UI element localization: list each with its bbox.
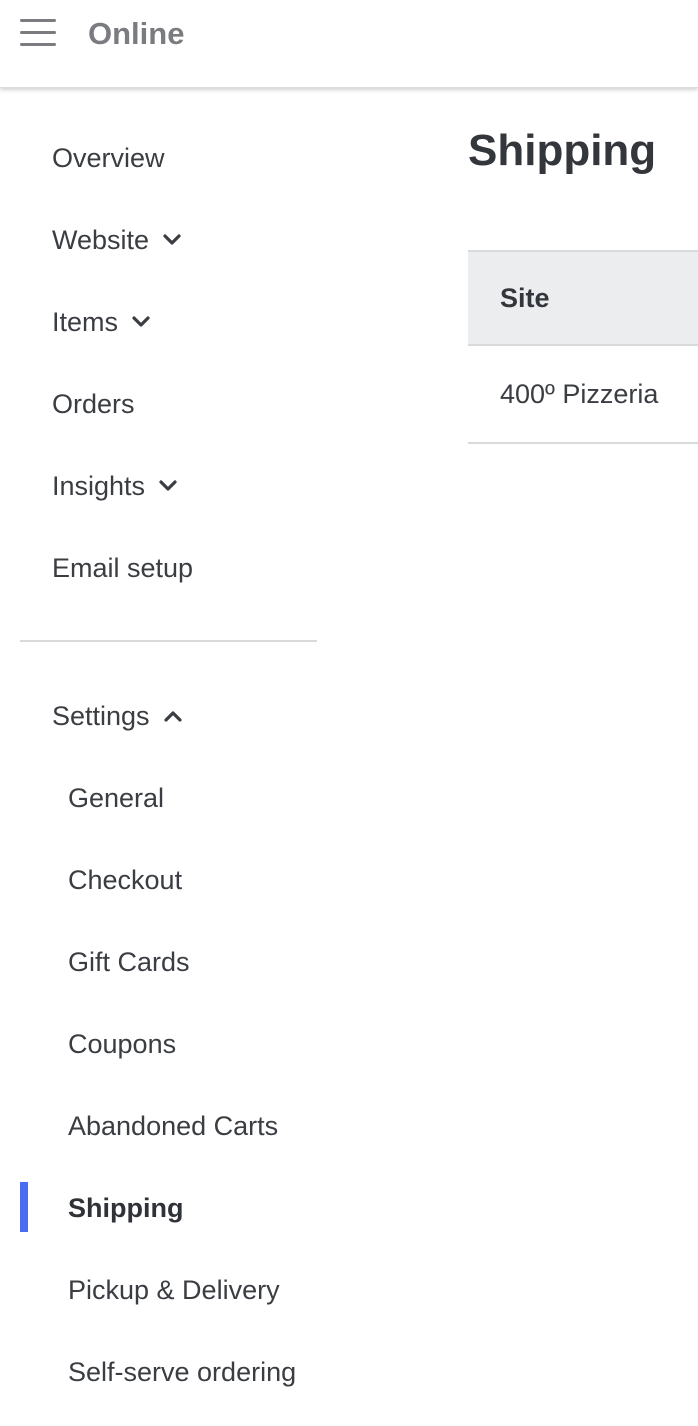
sidebar-subitem-pickup-delivery[interactable]: Pickup & Delivery [68, 1270, 280, 1310]
sidebar-item-website[interactable]: Website [52, 220, 183, 260]
sidebar-subitem-gift-cards[interactable]: Gift Cards [68, 942, 190, 982]
sidebar-subitem-general[interactable]: General [68, 778, 164, 818]
sidebar-subitem-self-serve-ordering[interactable]: Self-serve ordering [68, 1352, 296, 1392]
sidebar-subitem-label: Coupons [68, 1028, 177, 1059]
sidebar-subitem-checkout[interactable]: Checkout [68, 860, 182, 900]
sidebar-item-label: Items [52, 306, 119, 337]
table-cell-site: 400º Pizzeria [500, 378, 659, 409]
page-title: Shipping [468, 126, 657, 175]
sidebar-subitem-coupons[interactable]: Coupons [68, 1024, 176, 1064]
sidebar-subitem-label: Shipping [68, 1192, 184, 1223]
hamburger-menu-icon[interactable] [14, 14, 62, 54]
main-content: Shipping Site 400º Pizzeria [468, 88, 698, 1426]
table-header: Site [468, 250, 698, 346]
sidebar-item-insights[interactable]: Insights [52, 466, 179, 506]
sidebar-subitem-abandoned-carts[interactable]: Abandoned Carts [68, 1106, 278, 1146]
sidebar-item-settings[interactable]: Settings [52, 696, 184, 736]
sidebar-item-label: Website [52, 224, 150, 255]
sidebar-subitem-shipping[interactable]: Shipping [68, 1188, 183, 1228]
sidebar-subitem-label: Pickup & Delivery [68, 1274, 280, 1305]
sidebar-subitem-label: General [68, 782, 165, 813]
sites-table: Site 400º Pizzeria [468, 250, 698, 444]
top-bar: Online [0, 0, 698, 88]
sidebar-item-label: Overview [52, 142, 165, 173]
sidebar-subitem-label: Checkout [68, 864, 183, 895]
column-header-site: Site [500, 282, 550, 313]
chevron-down-icon [161, 229, 183, 251]
sidebar-item-items[interactable]: Items [52, 302, 152, 342]
chevron-down-icon [157, 475, 179, 497]
sidebar-item-label: Email setup [52, 552, 194, 583]
sidebar-subitem-label: Gift Cards [68, 946, 190, 977]
sidebar-divider [20, 640, 317, 642]
sidebar-nav: Overview Website Items Orders Insights E… [0, 88, 340, 1426]
sidebar-item-label: Orders [52, 388, 135, 419]
sidebar-item-email-setup[interactable]: Email setup [52, 548, 193, 588]
sidebar-item-overview[interactable]: Overview [52, 138, 165, 178]
sidebar-item-label: Insights [52, 470, 146, 501]
chevron-down-icon [130, 311, 152, 333]
table-row[interactable]: 400º Pizzeria [468, 346, 698, 444]
sidebar-item-label: Settings [52, 700, 150, 731]
app-title: Online [88, 16, 185, 51]
sidebar-item-orders[interactable]: Orders [52, 384, 135, 424]
sidebar-subitem-label: Self-serve ordering [68, 1356, 297, 1387]
sidebar-subitem-label: Abandoned Carts [68, 1110, 279, 1141]
chevron-up-icon [162, 705, 184, 727]
active-indicator [20, 1182, 28, 1232]
